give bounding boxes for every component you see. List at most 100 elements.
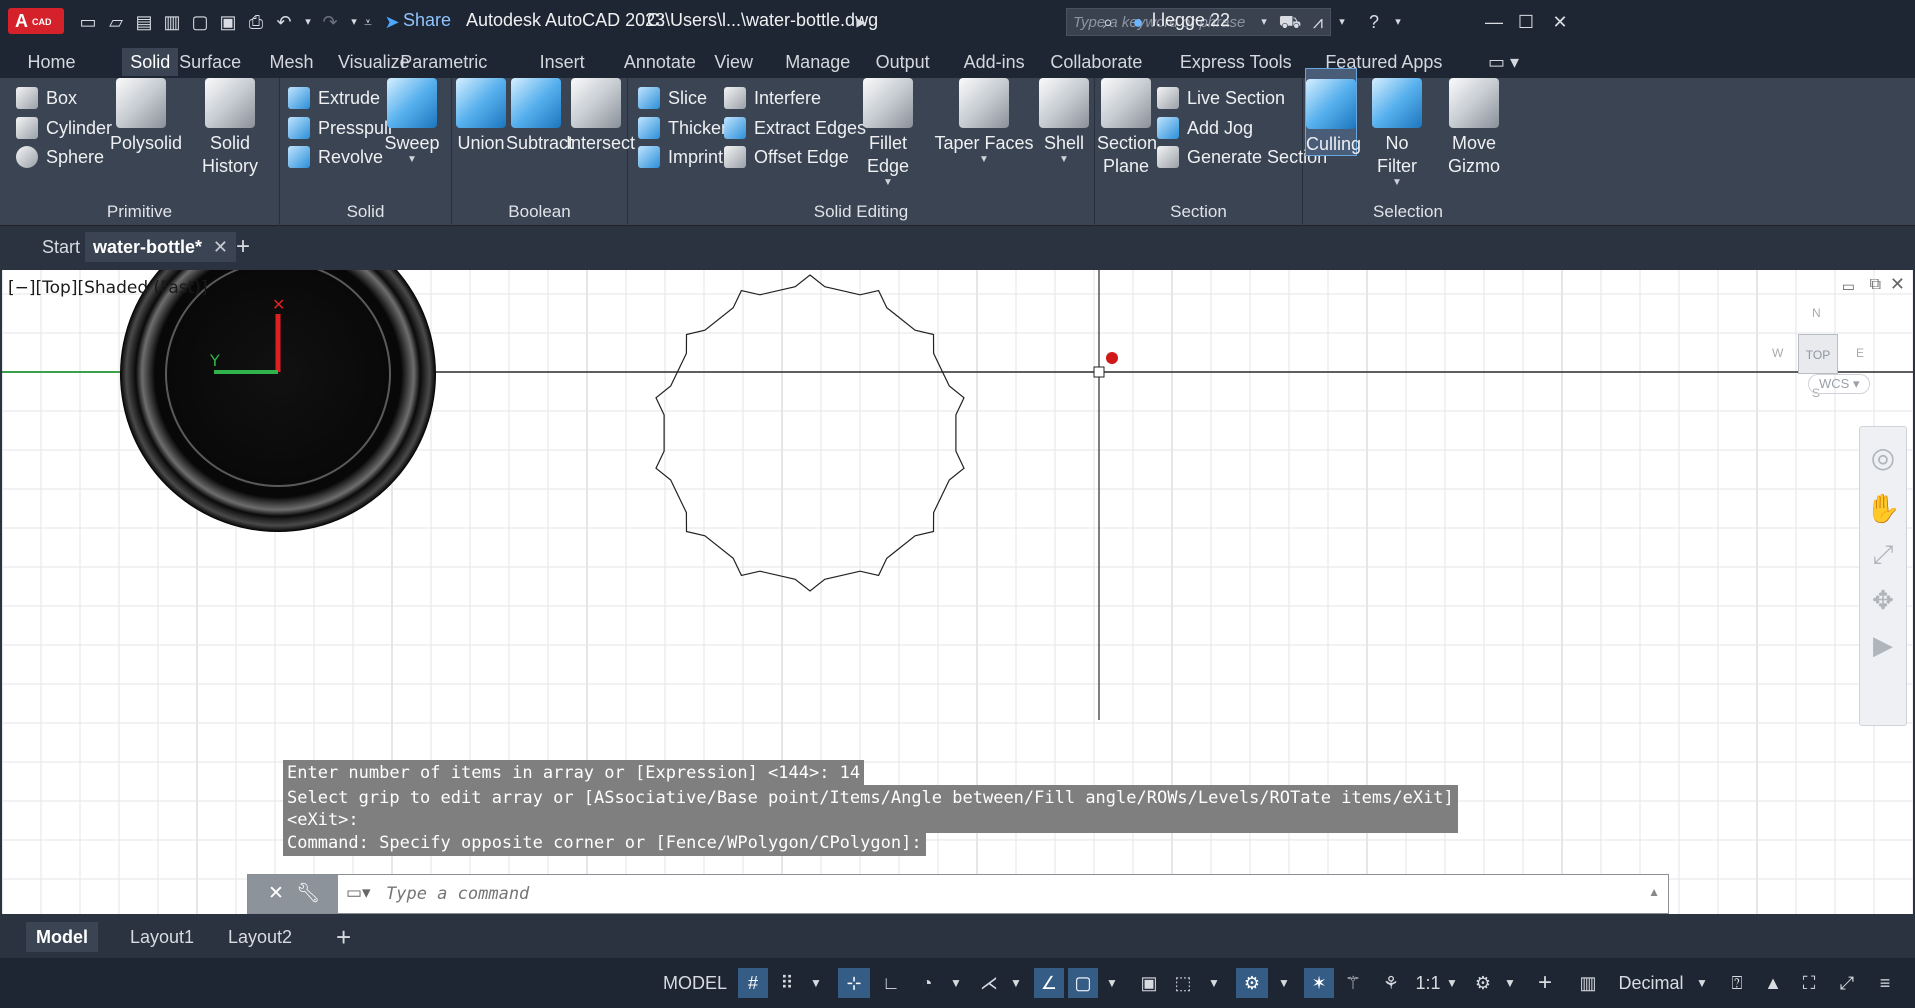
tab-view[interactable]: View: [706, 48, 761, 76]
steeringwheel-icon[interactable]: ◎: [1860, 441, 1906, 474]
viewport-close-icon[interactable]: ✕: [1890, 274, 1905, 295]
quick-properties-icon[interactable]: ⍰: [1722, 968, 1752, 998]
lock-ui-icon[interactable]: ▲: [1758, 968, 1788, 998]
add-jog-button[interactable]: Add Jog: [1157, 114, 1253, 142]
thicken-button[interactable]: Thicken: [638, 114, 731, 142]
live-section-button[interactable]: Live Section: [1157, 84, 1285, 112]
maximize-icon[interactable]: ☐: [1514, 10, 1538, 34]
presspull-button[interactable]: Presspull: [288, 114, 392, 142]
undo-icon[interactable]: ↶: [272, 10, 296, 34]
tab-surface[interactable]: Surface: [171, 48, 249, 76]
redo-icon[interactable]: ↷: [318, 10, 342, 34]
annotation-monitor-icon[interactable]: +: [1530, 968, 1560, 998]
open-file-icon[interactable]: ▱: [104, 10, 128, 34]
customize-qat-icon[interactable]: ⩡: [356, 10, 380, 34]
zoom-icon[interactable]: ⤢: [1860, 539, 1906, 571]
showmotion-icon[interactable]: ▶: [1860, 630, 1906, 661]
customization-menu-icon[interactable]: ≡: [1870, 968, 1900, 998]
minimize-icon[interactable]: —: [1482, 10, 1506, 34]
tab-parametric[interactable]: Parametric: [392, 48, 495, 76]
auto-scale-icon[interactable]: ⚚: [1338, 968, 1368, 998]
command-input[interactable]: [386, 881, 1586, 907]
new-tab-icon[interactable]: +: [228, 232, 258, 262]
units-dropdown-icon[interactable]: ▼: [1692, 968, 1712, 998]
no-filter-button[interactable]: No Filter ▼: [1365, 78, 1429, 188]
grip-marker[interactable]: [1106, 352, 1118, 364]
union-button[interactable]: Union: [456, 78, 506, 155]
tab-home[interactable]: Home: [20, 48, 84, 76]
isolate-objects-icon[interactable]: ⛶: [1794, 968, 1824, 998]
extract-edges-button[interactable]: Extract Edges: [724, 114, 866, 142]
open-web-icon[interactable]: ▢: [188, 10, 212, 34]
app-dropdown-icon[interactable]: ▾: [1330, 10, 1354, 34]
offset-edge-button[interactable]: Offset Edge: [724, 143, 849, 171]
tab-layout1[interactable]: Layout1: [120, 922, 204, 952]
close-command-icon[interactable]: ✕: [268, 882, 284, 905]
save-web-icon[interactable]: ▣: [216, 10, 240, 34]
tab-annotate[interactable]: Annotate: [616, 48, 704, 76]
tab-close-icon[interactable]: ✕: [213, 232, 228, 262]
taper-faces-button[interactable]: Taper Faces ▼: [934, 78, 1034, 165]
user-name[interactable]: l.legge.22: [1152, 10, 1230, 31]
compass-e[interactable]: E: [1856, 346, 1864, 360]
dynamic-input-icon[interactable]: ⊹: [838, 968, 870, 998]
close-icon[interactable]: ✕: [1548, 10, 1572, 34]
polysolid-button[interactable]: Polysolid: [110, 78, 182, 155]
object-snap-tracking-icon[interactable]: ∠: [1034, 968, 1064, 998]
intersect-button[interactable]: Intersect: [566, 78, 635, 155]
tab-collaborate[interactable]: Collaborate: [1042, 48, 1150, 76]
user-icon[interactable]: ●: [1126, 10, 1150, 34]
viewcube-top-face[interactable]: TOP: [1798, 334, 1838, 374]
undo-dropdown-icon[interactable]: ▾: [296, 10, 320, 34]
orbit-icon[interactable]: ✥: [1860, 585, 1906, 616]
tab-start[interactable]: Start: [34, 232, 88, 262]
isodraft-icon[interactable]: ⋌: [974, 968, 1004, 998]
help-dropdown-icon[interactable]: ▾: [1386, 10, 1410, 34]
chevron-right-icon[interactable]: ▶: [849, 10, 873, 34]
3d-osnap-icon[interactable]: ▣: [1134, 968, 1164, 998]
new-file-icon[interactable]: ▭: [76, 10, 100, 34]
ucs-dropdown-icon[interactable]: ▼: [1204, 968, 1224, 998]
section-plane-button[interactable]: Section Plane: [1097, 78, 1157, 178]
new-layout-icon[interactable]: +: [326, 922, 361, 952]
units-icon[interactable]: ▥: [1576, 968, 1600, 998]
grid-toggle-icon[interactable]: #: [738, 968, 768, 998]
share-button[interactable]: Share: [403, 10, 451, 31]
ortho-icon[interactable]: ∟: [876, 968, 906, 998]
compass-n[interactable]: N: [1812, 306, 1821, 320]
extrude-button[interactable]: Extrude: [288, 84, 380, 112]
viewport-controls-label[interactable]: [−][Top][Shaded (Fast)]: [8, 278, 208, 298]
snap-dropdown-icon[interactable]: ▼: [806, 968, 826, 998]
section-panel-title[interactable]: Section: [1095, 202, 1302, 222]
annotation-visibility-icon[interactable]: ✶: [1304, 968, 1334, 998]
culling-button[interactable]: Culling: [1305, 68, 1361, 156]
command-line-handle[interactable]: ✕ 🔧︎: [248, 875, 338, 913]
selection-filter-icon[interactable]: ⚙: [1236, 968, 1268, 998]
app-logo[interactable]: A CAD: [8, 8, 64, 34]
save-as-icon[interactable]: ▥: [160, 10, 184, 34]
polar-tracking-icon[interactable]: ◔: [912, 968, 942, 998]
command-history-toggle-icon[interactable]: ▲: [1648, 885, 1660, 899]
tab-express-tools[interactable]: Express Tools: [1172, 48, 1300, 76]
tab-water-bottle[interactable]: water-bottle* ✕: [85, 232, 237, 262]
tab-layout2[interactable]: Layout2: [218, 922, 302, 952]
revolve-button[interactable]: Revolve: [288, 143, 383, 171]
annotation-scale[interactable]: 1:1: [1410, 968, 1446, 998]
units-selector[interactable]: Decimal: [1606, 968, 1696, 998]
box-button[interactable]: Box: [16, 84, 77, 112]
pan-icon[interactable]: ✋: [1860, 492, 1906, 525]
tab-manage[interactable]: Manage: [777, 48, 858, 76]
scale-dropdown-icon[interactable]: ▼: [1442, 968, 1462, 998]
drawing-viewport[interactable]: ✕ Y [−][Top][Shaded (Fast)] ▭ ⧉ ✕ N S W …: [2, 270, 1913, 914]
workspace-gear-icon[interactable]: ⚙: [1468, 968, 1498, 998]
generate-section-button[interactable]: Generate Section: [1157, 143, 1327, 171]
save-icon[interactable]: ▤: [132, 10, 156, 34]
isodraft-dropdown-icon[interactable]: ▼: [1006, 968, 1026, 998]
wcs-menu[interactable]: WCS ▾: [1808, 374, 1870, 394]
share-icon[interactable]: ➤: [380, 10, 404, 34]
help-icon[interactable]: ?: [1362, 10, 1386, 34]
polar-dropdown-icon[interactable]: ▼: [946, 968, 966, 998]
solid-history-button[interactable]: Solid History: [184, 78, 276, 178]
snap-mode-icon[interactable]: ⠿: [772, 968, 802, 998]
search-icon[interactable]: ⌕: [1096, 10, 1120, 34]
